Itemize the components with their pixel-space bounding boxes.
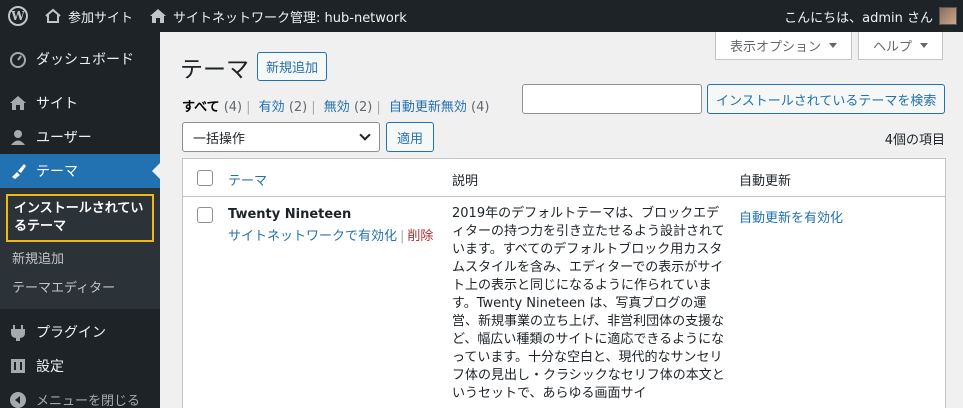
sites-icon: [45, 8, 61, 23]
sidebar-item-users[interactable]: ユーザー: [0, 120, 160, 154]
sidebar-item-sites[interactable]: サイト: [0, 86, 160, 120]
filter-all-count: (4): [223, 100, 243, 115]
sidebar-item-dashboard[interactable]: ダッシュボード: [0, 42, 160, 76]
my-sites-menu[interactable]: 参加サイト: [36, 0, 141, 32]
network-admin-link[interactable]: サイトネットワーク管理: hub-network: [141, 0, 415, 32]
theme-description: 2019年のデフォルトテーマは、ブロックエディターの持つ力を引き立たせるよう設計…: [452, 206, 725, 401]
sidebar-item-label: ユーザー: [36, 130, 92, 146]
enable-auto-update-link[interactable]: 自動更新を有効化: [739, 207, 843, 226]
filter-auto-update-disabled[interactable]: 自動更新無効: [389, 100, 467, 115]
triangle-down-icon: [920, 43, 928, 48]
add-new-button[interactable]: 新規追加: [257, 52, 328, 81]
main-content: 表示オプション ヘルプ テーマ 新規追加 すべて (4) | 有効 (2) | 無効…: [160, 32, 963, 408]
submenu-add-new[interactable]: 新規追加: [0, 246, 160, 274]
home-icon: [8, 93, 28, 113]
sidebar-item-label: ダッシュボード: [36, 52, 134, 68]
status-filters: すべて (4) | 有効 (2) | 無効 (2) | 自動更新無効 (4): [182, 100, 490, 115]
sidebar-item-label: プラグイン: [36, 324, 106, 341]
admin-sidebar: ダッシュボード サイト ユーザー テーマ インストールされているテーマ 新規追加…: [0, 32, 160, 408]
collapse-menu-button[interactable]: メニューを閉じる: [0, 383, 160, 408]
help-button[interactable]: ヘルプ: [857, 32, 943, 60]
home-icon: [150, 9, 167, 23]
screen-options-label: 表示オプション: [729, 40, 821, 55]
filter-disabled-count: (2): [353, 100, 373, 115]
sidebar-item-themes[interactable]: テーマ: [0, 154, 160, 188]
theme-name: Twenty Nineteen: [228, 207, 352, 222]
collapse-menu-label: メニューを閉じる: [36, 394, 141, 408]
sidebar-item-label: 設定: [36, 358, 64, 375]
table-header: テーマ 説明 自動更新: [183, 159, 945, 197]
chevron-down-icon: [359, 129, 371, 141]
column-auto-update-header: 自動更新: [739, 174, 792, 189]
user-icon: [8, 127, 28, 147]
search-themes-button[interactable]: インストールされているテーマを検索: [707, 84, 946, 114]
greeting-text: こんにちは、admin さん: [784, 10, 933, 26]
sidebar-item-label: サイト: [36, 96, 78, 112]
wordpress-logo-icon[interactable]: W: [0, 0, 36, 32]
screen-options-button[interactable]: 表示オプション: [714, 32, 852, 60]
network-activate-link[interactable]: サイトネットワークで有効化: [228, 229, 397, 244]
filter-enabled[interactable]: 有効: [259, 100, 285, 115]
help-label: ヘルプ: [872, 40, 912, 55]
filter-auto-update-disabled-count: (4): [471, 100, 490, 115]
row-checkbox[interactable]: [197, 207, 213, 223]
select-all-checkbox[interactable]: [197, 170, 213, 186]
site-name-label: 参加サイト: [68, 10, 134, 26]
row-actions: サイトネットワークで有効化 | 削除: [228, 229, 434, 244]
brush-icon: [8, 161, 28, 181]
themes-table: テーマ 説明 自動更新 Twenty Nineteen サイトネットワークで有効…: [182, 158, 946, 408]
sidebar-item-settings[interactable]: 設定: [0, 349, 160, 383]
plug-icon: [8, 322, 28, 342]
submenu-theme-editor[interactable]: テーマエディター: [0, 275, 160, 303]
page-title: テーマ: [180, 57, 249, 83]
filter-all[interactable]: すべて: [182, 100, 220, 115]
gauge-icon: [8, 49, 28, 69]
submenu-installed-themes[interactable]: インストールされているテーマ: [6, 194, 154, 243]
themes-submenu: インストールされているテーマ 新規追加 テーマエディター: [0, 188, 160, 309]
triangle-down-icon: [828, 43, 837, 48]
account-menu[interactable]: こんにちは、admin さん: [776, 0, 963, 32]
bulk-action-value: 一括操作: [193, 131, 246, 147]
collapse-arrow-icon: [8, 390, 28, 408]
bulk-action-select[interactable]: 一括操作: [182, 122, 380, 152]
screen-meta-links: 表示オプション ヘルプ: [714, 32, 943, 60]
filter-disabled[interactable]: 無効: [324, 100, 350, 115]
items-count: 4個の項目: [884, 133, 945, 148]
admin-bar: W 参加サイト サイトネットワーク管理: hub-network こんにちは、a…: [0, 0, 963, 32]
avatar: [939, 7, 957, 25]
sidebar-item-plugins[interactable]: プラグイン: [0, 315, 160, 349]
delete-link[interactable]: 削除: [407, 229, 433, 244]
settings-icon: [8, 356, 28, 376]
column-description-header: 説明: [452, 174, 479, 189]
filter-enabled-count: (2): [288, 100, 308, 115]
column-theme-header[interactable]: テーマ: [228, 170, 267, 189]
sidebar-item-label: テーマ: [36, 164, 78, 180]
search-input[interactable]: [522, 84, 702, 114]
network-admin-label: サイトネットワーク管理: hub-network: [173, 10, 407, 26]
apply-button[interactable]: 適用: [386, 122, 435, 152]
